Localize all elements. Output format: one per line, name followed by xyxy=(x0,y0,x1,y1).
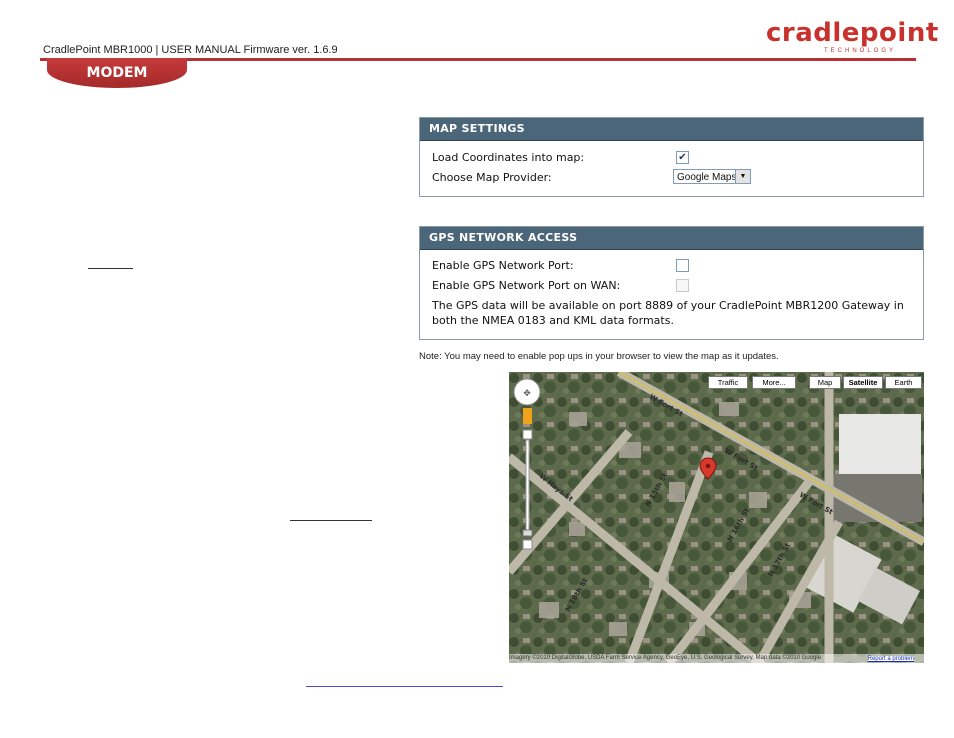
gps-port-wan-checkbox[interactable] xyxy=(676,279,689,292)
popup-note: Note: You may need to enable pop ups in … xyxy=(419,351,779,362)
gps-network-access-title: GPS NETWORK ACCESS xyxy=(420,227,923,250)
load-coordinates-checkbox[interactable]: ✔ xyxy=(676,151,689,164)
hyperlink-underline xyxy=(306,686,503,687)
gps-description: The GPS data will be available on port 8… xyxy=(432,299,904,327)
text-underline xyxy=(88,268,133,269)
gps-port-row: Enable GPS Network Port: xyxy=(420,255,923,275)
map-more-button[interactable]: More... xyxy=(752,376,796,389)
logo-wordmark: cradlepoint xyxy=(766,18,939,48)
section-tab-modem: MODEM xyxy=(47,58,187,88)
satellite-map[interactable]: ✥ W Fort St W Fort St W Fort St N 15th S… xyxy=(509,372,924,663)
load-coordinates-label: Load Coordinates into map: xyxy=(432,151,585,164)
satellite-imagery: ✥ W Fort St W Fort St W Fort St N 15th S… xyxy=(509,372,924,663)
map-provider-select[interactable]: Google Maps ▼ xyxy=(673,169,751,184)
map-provider-label: Choose Map Provider: xyxy=(432,171,552,184)
svg-text:✥: ✥ xyxy=(523,389,531,399)
manual-header-title: CradlePoint MBR1000 | USER MANUAL Firmwa… xyxy=(43,44,338,56)
map-earth-button[interactable]: Earth xyxy=(885,376,922,389)
gps-network-access-panel: GPS NETWORK ACCESS Enable GPS Network Po… xyxy=(419,226,924,340)
report-problem-link[interactable]: Report a problem xyxy=(867,656,914,662)
load-coordinates-row: Load Coordinates into map: ✔ xyxy=(420,147,923,167)
map-satellite-button[interactable]: Satellite xyxy=(843,376,883,389)
cradlepoint-logo: cradlepoint TECHNOLOGY xyxy=(766,18,939,60)
map-attribution: Imagery ©2010 DigitalGlobe, USDA Farm Se… xyxy=(509,654,924,663)
map-traffic-button[interactable]: Traffic xyxy=(708,376,748,389)
map-settings-panel: MAP SETTINGS Load Coordinates into map: … xyxy=(419,117,924,197)
gps-port-wan-row: Enable GPS Network Port on WAN: xyxy=(420,275,923,295)
map-settings-title: MAP SETTINGS xyxy=(420,118,923,141)
map-provider-row: Choose Map Provider: Google Maps ▼ xyxy=(420,167,923,187)
map-map-button[interactable]: Map xyxy=(809,376,841,389)
gps-port-wan-label: Enable GPS Network Port on WAN: xyxy=(432,279,621,292)
gps-port-label: Enable GPS Network Port: xyxy=(432,259,574,272)
chevron-down-icon[interactable]: ▼ xyxy=(735,170,750,183)
text-underline xyxy=(290,520,372,521)
gps-port-checkbox[interactable] xyxy=(676,259,689,272)
logo-subtitle: TECHNOLOGY xyxy=(824,48,897,54)
map-provider-value: Google Maps xyxy=(677,172,737,183)
